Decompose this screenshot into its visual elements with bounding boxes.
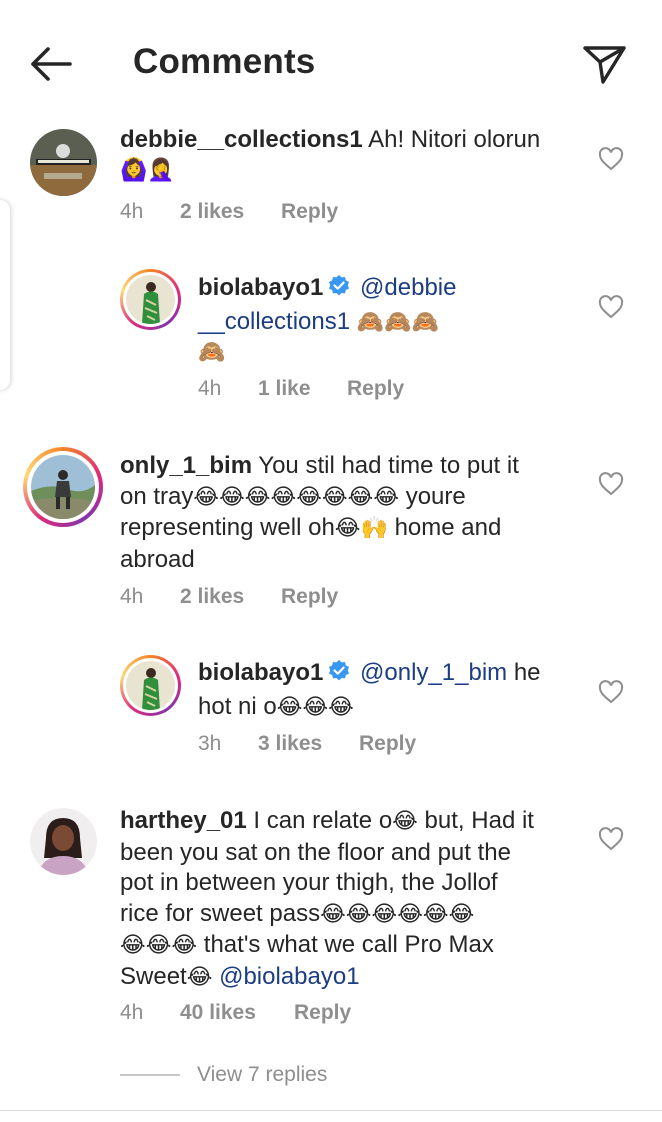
comment-likes[interactable]: 40 likes: [180, 1001, 256, 1025]
edge-panel-handle[interactable]: [0, 200, 10, 390]
avatar[interactable]: [30, 808, 97, 875]
comment-emoji: 🙈: [198, 340, 226, 365]
comment-text: harthey_01 I can relate o😂 but, Had it b…: [120, 806, 580, 993]
comment-body: Sweet: [120, 962, 187, 990]
comment-time: 3h: [198, 732, 222, 755]
comment-username[interactable]: biolabayo1: [198, 659, 323, 686]
bottom-divider: [0, 1110, 662, 1111]
comment-time: 4h: [198, 377, 222, 400]
comment-time: 4h: [120, 200, 144, 223]
comment-body: pot in between your thigh, the Jollof: [120, 869, 498, 896]
comment-time: 4h: [120, 1001, 144, 1024]
arrow-left-icon: [31, 47, 72, 81]
view-replies-button[interactable]: View 7 replies: [197, 1063, 327, 1087]
reply-button[interactable]: Reply: [294, 1001, 351, 1025]
comment-mention[interactable]: @only_1_bim: [360, 659, 507, 686]
comment-emoji: 😂🙌: [334, 516, 388, 541]
comment-body: that's what we call Pro Max: [197, 931, 494, 958]
comment-mention[interactable]: __collections1: [198, 308, 350, 335]
comment-body: You stil had time to put it: [258, 452, 519, 479]
comment-meta: 4h 2 likes Reply: [120, 200, 420, 226]
like-button[interactable]: [598, 147, 624, 171]
comment-likes[interactable]: 2 likes: [180, 585, 244, 609]
reply-button[interactable]: Reply: [281, 585, 338, 609]
comment-emoji: 😂😂😂: [276, 694, 354, 720]
comment-text: biolabayo1 @only_1_bim he hot ni o😂😂😂: [198, 658, 578, 723]
paper-plane-icon: [583, 46, 626, 84]
back-button[interactable]: [24, 40, 76, 88]
comment-body: abroad: [120, 545, 195, 573]
comment-likes[interactable]: 3 likes: [258, 732, 322, 756]
comment-body: been you sat on the floor and put the: [120, 838, 511, 866]
comment-body: on tray: [120, 482, 194, 510]
comment-text: debbie__collections1 Ah! Nitori olorun 🙆…: [120, 125, 580, 186]
comment-username[interactable]: biolabayo1: [198, 274, 323, 301]
verified-badge-icon: [327, 274, 351, 307]
comment-meta: 4h 40 likes Reply: [120, 1001, 420, 1027]
reply-button[interactable]: Reply: [347, 377, 404, 401]
comment-body: hot ni o: [198, 692, 277, 720]
comment-likes[interactable]: 1 like: [258, 377, 311, 401]
comment-emoji: 🙈🙈🙈: [356, 309, 439, 335]
avatar[interactable]: [30, 129, 97, 196]
comment-emoji: 🙆‍♀️🤦‍♀️: [120, 157, 175, 183]
comment-mention[interactable]: @debbie: [360, 274, 456, 301]
comment-meta: 4h 1 like Reply: [198, 377, 498, 403]
comment-mention[interactable]: @biolabayo1: [212, 963, 359, 990]
comment-emoji: 😂😂😂😂😂😂😂😂: [193, 484, 400, 510]
comment-emoji: 😂😂😂😂😂😂: [320, 901, 475, 927]
comment-body: representing well oh: [120, 514, 335, 541]
comment-username[interactable]: debbie__collections1: [120, 126, 363, 153]
page-title: Comments: [133, 42, 316, 81]
comment-emoji: 😂: [186, 964, 213, 990]
avatar[interactable]: [31, 455, 95, 519]
comment-emoji: 😂: [392, 809, 418, 834]
reply-button[interactable]: Reply: [281, 200, 338, 224]
avatar[interactable]: [126, 661, 175, 710]
comment-username[interactable]: only_1_bim: [120, 452, 252, 479]
comment-body: but, Had it: [417, 807, 534, 834]
comment-body: youre: [399, 482, 466, 510]
like-button[interactable]: [598, 295, 624, 319]
comments-header: Comments: [0, 0, 662, 120]
comment-likes[interactable]: 2 likes: [180, 200, 244, 224]
comment-body: I can relate o: [253, 807, 393, 834]
comment-text: biolabayo1 @debbie __collections1 🙈🙈🙈 🙈: [198, 273, 578, 369]
heart-icon: [598, 680, 624, 704]
comment-emoji: 😂😂😂: [120, 933, 198, 958]
heart-icon: [598, 472, 624, 496]
heart-icon: [598, 295, 624, 319]
comment-username[interactable]: harthey_01: [120, 807, 247, 834]
reply-button[interactable]: Reply: [359, 732, 416, 756]
comment-meta: 3h 3 likes Reply: [198, 732, 498, 758]
avatar[interactable]: [126, 275, 175, 324]
comment-body: home and: [387, 514, 502, 541]
comment-time: 4h: [120, 585, 144, 608]
verified-badge-icon: [327, 659, 351, 692]
like-button[interactable]: [598, 827, 624, 851]
like-button[interactable]: [598, 680, 624, 704]
heart-icon: [598, 147, 624, 171]
heart-icon: [598, 827, 624, 851]
comment-body: he: [507, 659, 541, 686]
share-button[interactable]: [578, 38, 630, 90]
comment-body: Ah! Nitori olorun: [368, 126, 541, 153]
comment-body: rice for sweet pass: [120, 899, 321, 927]
view-replies-divider: [120, 1074, 180, 1076]
comment-text: only_1_bim You stil had time to put it o…: [120, 451, 580, 575]
comment-meta: 4h 2 likes Reply: [120, 585, 420, 611]
like-button[interactable]: [598, 472, 624, 496]
